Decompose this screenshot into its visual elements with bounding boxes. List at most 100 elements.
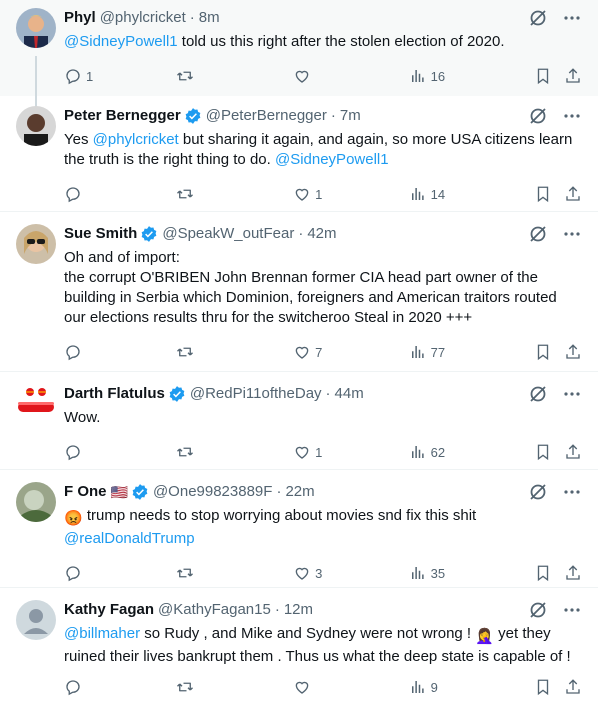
like-button[interactable]: 3 bbox=[293, 564, 409, 582]
avatar[interactable] bbox=[16, 482, 56, 522]
share-icon bbox=[566, 68, 580, 83]
views-icon bbox=[411, 346, 424, 358]
bookmark-button[interactable] bbox=[534, 564, 564, 582]
retweet-button[interactable] bbox=[176, 185, 294, 203]
reply-button[interactable] bbox=[64, 343, 176, 361]
grok-icon[interactable] bbox=[528, 224, 548, 244]
like-button[interactable]: 1 bbox=[293, 185, 409, 203]
author-name[interactable]: F One bbox=[64, 482, 107, 502]
views-icon bbox=[411, 446, 424, 458]
grok-icon[interactable] bbox=[528, 106, 548, 126]
bookmark-button[interactable] bbox=[534, 67, 564, 85]
tweet[interactable]: F One 🇺🇸 @One99823889F · 22m 😡 trump nee… bbox=[0, 470, 598, 588]
views-button[interactable]: 14 bbox=[409, 185, 535, 203]
tweet[interactable]: Sue Smith @SpeakW_outFear · 42m Oh and o… bbox=[0, 212, 598, 372]
author-handle[interactable]: @SpeakW_outFear bbox=[162, 224, 294, 244]
mention-link[interactable]: @billmaher bbox=[64, 625, 140, 642]
more-icon[interactable] bbox=[562, 224, 582, 244]
views-icon bbox=[411, 70, 424, 82]
avatar[interactable] bbox=[16, 8, 56, 48]
share-icon bbox=[566, 186, 580, 201]
author-handle[interactable]: @RedPi11oftheDay bbox=[190, 384, 322, 404]
author-handle[interactable]: @KathyFagan15 bbox=[158, 600, 271, 620]
like-button[interactable] bbox=[293, 678, 409, 696]
reply-button[interactable] bbox=[64, 185, 176, 203]
author-handle[interactable]: @One99823889F bbox=[153, 482, 272, 502]
views-button[interactable]: 16 bbox=[409, 67, 535, 85]
retweet-button[interactable] bbox=[176, 343, 294, 361]
views-button[interactable]: 62 bbox=[409, 443, 535, 461]
share-icon bbox=[566, 565, 580, 580]
tweet[interactable]: Peter Bernegger @PeterBernegger · 7m Yes… bbox=[0, 96, 598, 212]
retweet-button[interactable] bbox=[176, 678, 294, 696]
author-name[interactable]: Kathy Fagan bbox=[64, 600, 154, 620]
grok-icon[interactable] bbox=[528, 8, 548, 28]
like-button[interactable] bbox=[293, 67, 409, 85]
mention-link[interactable]: @realDonaldTrump bbox=[64, 530, 195, 547]
share-button[interactable] bbox=[564, 564, 582, 582]
tweet[interactable]: Kathy Fagan @KathyFagan15 · 12m @billmah… bbox=[0, 588, 598, 713]
grok-icon[interactable] bbox=[528, 482, 548, 502]
timestamp[interactable]: 42m bbox=[307, 224, 336, 244]
retweet-button[interactable] bbox=[176, 67, 294, 85]
more-icon[interactable] bbox=[562, 106, 582, 126]
bookmark-button[interactable] bbox=[534, 443, 564, 461]
bookmark-button[interactable] bbox=[534, 185, 564, 203]
grok-icon[interactable] bbox=[528, 600, 548, 620]
reply-icon bbox=[66, 345, 80, 361]
more-icon[interactable] bbox=[562, 600, 582, 620]
reply-button[interactable] bbox=[64, 564, 176, 582]
avatar[interactable] bbox=[16, 384, 56, 424]
reply-button[interactable] bbox=[64, 443, 176, 461]
author-handle[interactable]: @phylcricket bbox=[100, 8, 186, 28]
heart-icon bbox=[295, 567, 309, 580]
views-button[interactable]: 77 bbox=[409, 343, 535, 361]
timestamp[interactable]: 44m bbox=[335, 384, 364, 404]
author-name[interactable]: Sue Smith bbox=[64, 224, 137, 244]
tweet[interactable]: Darth Flatulus @RedPi11oftheDay · 44m Wo… bbox=[0, 372, 598, 470]
timestamp[interactable]: 22m bbox=[285, 482, 314, 502]
heart-icon bbox=[295, 681, 309, 694]
verified-badge-icon bbox=[184, 107, 202, 125]
mention-link[interactable]: @SidneyPowell1 bbox=[275, 151, 389, 168]
author-name[interactable]: Darth Flatulus bbox=[64, 384, 165, 404]
more-icon[interactable] bbox=[562, 8, 582, 28]
retweet-button[interactable] bbox=[176, 443, 294, 461]
avatar[interactable] bbox=[16, 106, 56, 146]
reply-icon bbox=[66, 187, 80, 203]
retweet-icon bbox=[176, 568, 193, 578]
share-button[interactable] bbox=[564, 67, 582, 85]
mention-link[interactable]: @SidneyPowell1 bbox=[64, 33, 178, 50]
like-button[interactable]: 1 bbox=[293, 443, 409, 461]
tweet[interactable]: Phyl @phylcricket · 8m @SidneyPowell1 to… bbox=[0, 0, 598, 112]
bookmark-button[interactable] bbox=[534, 678, 564, 696]
retweet-icon bbox=[176, 189, 193, 199]
more-icon[interactable] bbox=[562, 384, 582, 404]
share-button[interactable] bbox=[564, 443, 582, 461]
like-button[interactable]: 7 bbox=[293, 343, 409, 361]
share-button[interactable] bbox=[564, 343, 582, 361]
default-avatar[interactable] bbox=[16, 600, 56, 640]
mention-link[interactable]: @phylcricket bbox=[93, 131, 179, 148]
tweet-actions: 7 77 bbox=[64, 342, 582, 362]
retweet-icon bbox=[176, 447, 193, 457]
author-name[interactable]: Peter Bernegger bbox=[64, 106, 181, 126]
tweet-actions: 9 bbox=[64, 677, 582, 697]
more-icon[interactable] bbox=[562, 482, 582, 502]
avatar[interactable] bbox=[16, 224, 56, 264]
author-name[interactable]: Phyl bbox=[64, 8, 96, 28]
reply-button[interactable]: 1 bbox=[64, 67, 176, 85]
grok-icon[interactable] bbox=[528, 384, 548, 404]
retweet-button[interactable] bbox=[176, 564, 294, 582]
share-button[interactable] bbox=[564, 678, 582, 696]
reply-button[interactable] bbox=[64, 678, 176, 696]
share-button[interactable] bbox=[564, 185, 582, 203]
timestamp[interactable]: 8m bbox=[199, 8, 220, 28]
bookmark-button[interactable] bbox=[534, 343, 564, 361]
author-handle[interactable]: @PeterBernegger bbox=[206, 106, 327, 126]
tweet-text: @SidneyPowell1 told us this right after … bbox=[64, 33, 505, 50]
views-button[interactable]: 9 bbox=[409, 678, 535, 696]
views-button[interactable]: 35 bbox=[409, 564, 535, 582]
timestamp[interactable]: 7m bbox=[340, 106, 361, 126]
timestamp[interactable]: 12m bbox=[284, 600, 313, 620]
